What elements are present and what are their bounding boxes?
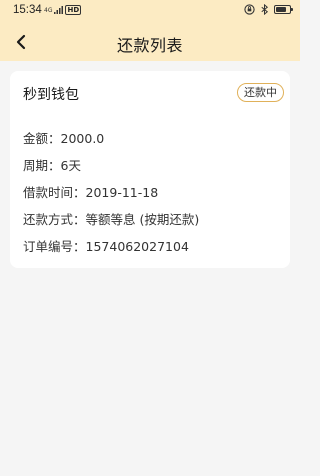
bluetooth-icon [261, 4, 269, 15]
alarm-lock-icon [244, 4, 255, 15]
signal-icon [54, 6, 64, 14]
period-row: 周期：6天 [23, 155, 81, 174]
loan-date-value: 2019-11-18 [85, 185, 159, 200]
battery-icon [274, 5, 293, 14]
loan-date-label: 借款时间： [23, 185, 86, 200]
page-title: 还款列表 [116, 36, 183, 55]
loan-date-row: 借款时间：2019-11-18 [23, 182, 158, 201]
status-bar: 15:34 4G HD [0, 0, 300, 22]
signal-text: 4G [44, 6, 53, 14]
order-number-value: 1574062027104 [85, 239, 189, 254]
network-indicators: 4G HD [44, 5, 82, 15]
amount-label: 金额： [23, 131, 61, 146]
repay-method-label: 还款方式： [23, 212, 86, 227]
order-number-label: 订单编号： [23, 239, 86, 254]
amount-value: 2000.0 [60, 131, 105, 146]
battery-fill [276, 7, 287, 12]
repay-method-value: 等额等息 (按期还款) [85, 212, 200, 227]
order-number-row: 订单编号：1574062027104 [23, 236, 189, 255]
header: 15:34 4G HD 还款列表 [0, 0, 300, 61]
period-label: 周期： [23, 158, 61, 173]
status-badge: 还款中 [237, 83, 284, 102]
status-time: 15:34 [13, 4, 42, 16]
amount-row: 金额：2000.0 [23, 128, 104, 147]
hd-badge: HD [65, 5, 82, 15]
repay-method-row: 还款方式：等额等息 (按期还款) [23, 209, 199, 228]
system-indicators [244, 4, 293, 15]
loan-card[interactable]: 秒到钱包 还款中 金额：2000.0 周期：6天 借款时间：2019-11-18… [10, 71, 290, 268]
product-name: 秒到钱包 [23, 87, 79, 103]
period-value: 6天 [60, 158, 81, 173]
